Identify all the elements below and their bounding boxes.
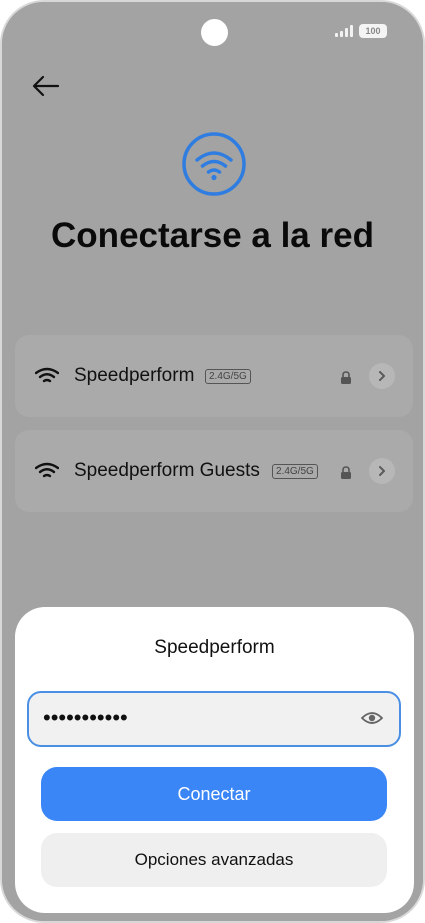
band-badge: 2.4G/5G [272,464,318,479]
network-item-speedperform[interactable]: Speedperform 2.4G/5G [15,335,413,417]
wifi-icon [182,132,246,196]
network-item-speedperform-guests[interactable]: Speedperform Guests 2.4G/5G [15,430,413,512]
lock-icon [341,371,351,384]
wifi-icon [35,462,59,478]
battery-icon: 100 [359,24,387,38]
network-details-button[interactable] [369,363,395,389]
network-details-button[interactable] [369,458,395,484]
wifi-icon [35,367,59,383]
arrow-left-icon[interactable] [30,72,62,100]
phone-frame: 100 Conectarse a la red Speedperform 2.4… [0,0,425,923]
password-dialog: Speedperform ••••••••••• Conectar Opcion… [15,607,414,913]
chevron-right-icon [379,466,385,476]
chevron-right-icon [379,371,385,381]
page-title: Conectarse a la red [51,216,374,255]
band-badge: 2.4G/5G [205,369,251,384]
advanced-options-button[interactable]: Opciones avanzadas [41,833,387,887]
front-camera [201,19,228,46]
network-name: Speedperform [74,365,195,386]
status-bar: 100 [335,24,387,38]
dialog-title: Speedperform [154,637,275,658]
password-value[interactable]: ••••••••••• [43,705,128,731]
network-name: Speedperform Guests [74,460,260,481]
connect-button[interactable]: Conectar [41,767,387,821]
cell-signal-icon [335,25,353,37]
lock-icon [341,466,351,479]
password-field[interactable]: ••••••••••• [27,691,401,747]
eye-icon[interactable] [361,710,383,726]
